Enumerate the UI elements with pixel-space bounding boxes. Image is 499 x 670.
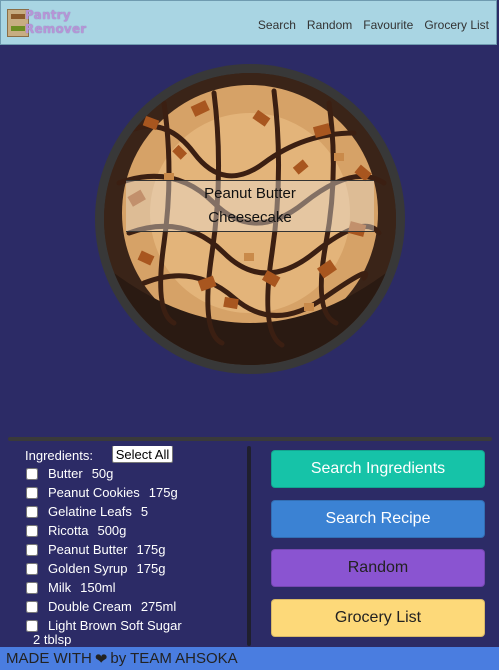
ingredient-checkbox[interactable] [26,467,38,480]
ingredient-qty: 500g [97,523,127,538]
ingredient-name: Milk [48,580,72,595]
ingredient-item[interactable]: Ricotta 500g [24,521,244,540]
recipe-title-band: Peanut Butter Cheesecake [126,180,374,232]
pantry-remover-logo[interactable]: Pantry Remover [7,7,87,39]
ingredient-name: Golden Syrup [48,561,128,576]
grocery-list-button[interactable]: Grocery List [271,599,485,637]
ingredient-checkbox[interactable] [26,619,38,632]
nav-search[interactable]: Search [258,18,296,32]
ingredient-item[interactable]: Golden Syrup 175g [24,559,244,578]
select-all-button[interactable]: Select All [112,446,173,463]
heart-icon: ❤ [94,650,108,668]
nav-favourite[interactable]: Favourite [363,18,413,32]
ingredient-qty: 50g [91,466,114,481]
logo-line1: Pantry [25,8,71,22]
ingredient-name: Gelatine Leafs [48,504,132,519]
nav-grocery-list[interactable]: Grocery List [424,18,489,32]
ingredient-qty: 175g [136,561,166,576]
ingredient-checkbox[interactable] [26,505,38,518]
section-divider [8,437,492,441]
ingredient-checkbox[interactable] [26,524,38,537]
ingredient-name: Peanut Cookies [48,485,140,500]
ingredient-checkbox[interactable] [26,543,38,556]
ingredient-item[interactable]: Peanut Butter 175g [24,540,244,559]
ingredient-item[interactable]: Double Cream 275ml [24,597,244,616]
ingredient-name: Light Brown Soft Sugar [48,618,182,633]
ingredient-item[interactable]: Milk 150ml [24,578,244,597]
ingredient-qty-wrapped: 2 tblsp [33,632,72,646]
footer-prefix: MADE WITH [6,650,92,667]
ingredient-checkbox[interactable] [26,486,38,499]
ingredient-list: Butter 50g Peanut Cookies 175g Gelatine Le… [24,464,244,635]
recipe-image[interactable]: Peanut Butter Cheesecake [104,73,396,365]
ingredient-qty: 175g [148,485,178,500]
ingredient-name: Peanut Butter [48,542,128,557]
ingredient-qty: 150ml [80,580,116,595]
ingredient-item[interactable]: Peanut Cookies 175g [24,483,244,502]
ingredient-item[interactable]: Butter 50g [24,464,244,483]
footer: MADE WITH ❤ by TEAM AHSOKA [0,647,499,670]
ingredients-panel: Ingredients: Select All Butter 50g Peanut… [8,446,252,646]
search-recipe-button[interactable]: Search Recipe [271,500,485,538]
footer-suffix: by TEAM AHSOKA [110,650,238,667]
recipe-title: Peanut Butter Cheesecake [204,185,296,226]
ingredient-name: Double Cream [48,599,132,614]
top-navbar: Pantry Remover Search Random Favourite G… [0,0,497,45]
ingredients-header: Ingredients: [25,446,93,464]
ingredient-checkbox[interactable] [26,581,38,594]
ingredients-label: Ingredients: [25,447,93,463]
ingredient-name: Ricotta [48,523,89,538]
nav-links: Search Random Favourite Grocery List [258,18,489,32]
ingredient-qty: 5 [140,504,149,519]
ingredient-qty: 275ml [140,599,177,614]
nav-random[interactable]: Random [307,18,352,32]
recipe-image-frame: Peanut Butter Cheesecake [95,64,405,374]
random-button[interactable]: Random [271,549,485,587]
logo-line2: Remover [25,22,87,36]
search-ingredients-button[interactable]: Search Ingredients [271,450,485,488]
ingredient-name: Butter [48,466,83,481]
ingredient-item[interactable]: Gelatine Leafs 5 [24,502,244,521]
ingredient-checkbox[interactable] [26,562,38,575]
ingredient-checkbox[interactable] [26,600,38,613]
ingredients-scrollbar[interactable] [247,446,251,646]
ingredient-qty: 175g [136,542,166,557]
